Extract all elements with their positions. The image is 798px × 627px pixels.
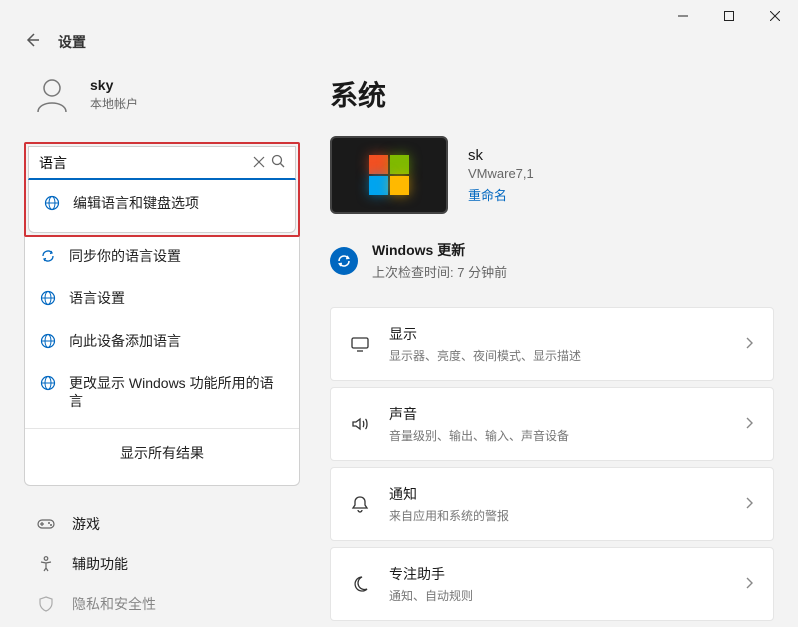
update-sub: 上次检查时间: 7 分钟前 [372, 262, 507, 281]
nav-label: 游戏 [72, 514, 100, 534]
card-focus-assist[interactable]: 专注助手 通知、自动规则 [330, 547, 774, 621]
device-model: VMware7,1 [468, 166, 534, 181]
nav-games[interactable]: 游戏 [24, 504, 300, 544]
suggest-edit-language-keyboard[interactable]: 编辑语言和键盘选项 [29, 180, 295, 224]
globe-icon [39, 289, 57, 307]
search-suggestions: 编辑语言和键盘选项 [28, 180, 296, 233]
nav-label: 隐私和安全性 [72, 594, 156, 614]
chevron-right-icon [743, 416, 755, 432]
nav-label: 辅助功能 [72, 554, 128, 574]
moon-icon [349, 574, 371, 594]
avatar [28, 70, 76, 118]
card-notifications[interactable]: 通知 来自应用和系统的警报 [330, 467, 774, 541]
search-suggestions-continued: 同步你的语言设置 语言设置 向此设备添加语言 更改显示 Windows 功能所用… [24, 235, 300, 486]
card-title: 专注助手 [389, 564, 725, 584]
windows-logo-icon [369, 155, 409, 195]
search-input[interactable] [39, 155, 247, 171]
card-sub: 通知、自动规则 [389, 587, 725, 604]
suggest-add-language[interactable]: 向此设备添加语言 [25, 320, 299, 362]
update-icon [330, 247, 358, 275]
card-title: 显示 [389, 324, 725, 344]
rename-link[interactable]: 重命名 [468, 185, 534, 204]
chevron-right-icon [743, 336, 755, 352]
search-input-wrap[interactable] [28, 146, 296, 180]
device-name: sk [468, 147, 534, 164]
card-display[interactable]: 显示 显示器、亮度、夜间模式、显示描述 [330, 307, 774, 381]
clear-icon[interactable] [253, 155, 265, 171]
show-all-results[interactable]: 显示所有结果 [25, 428, 299, 477]
search-icon[interactable] [271, 154, 285, 171]
suggest-label: 更改显示 Windows 功能所用的语言 [69, 374, 285, 410]
suggest-display-language[interactable]: 更改显示 Windows 功能所用的语言 [25, 362, 299, 422]
search-highlight-box: 编辑语言和键盘选项 [24, 142, 300, 237]
globe-icon [43, 194, 61, 212]
sync-icon [39, 247, 57, 265]
suggest-sync-language[interactable]: 同步你的语言设置 [25, 235, 299, 277]
card-sound[interactable]: 声音 音量级别、输出、输入、声音设备 [330, 387, 774, 461]
globe-icon [39, 332, 57, 350]
chevron-right-icon [743, 576, 755, 592]
suggest-label: 同步你的语言设置 [69, 247, 181, 265]
display-icon [349, 334, 371, 354]
close-button[interactable] [752, 0, 798, 32]
card-title: 声音 [389, 404, 725, 424]
sound-icon [349, 414, 371, 434]
shield-icon [36, 594, 56, 614]
profile-subtitle: 本地帐户 [90, 95, 138, 112]
profile-block[interactable]: sky 本地帐户 [24, 70, 300, 118]
update-title: Windows 更新 [372, 240, 507, 260]
app-title: 设置 [58, 32, 86, 52]
minimize-button[interactable] [660, 0, 706, 32]
accessibility-icon [36, 554, 56, 574]
windows-update-row[interactable]: Windows 更新 上次检查时间: 7 分钟前 [330, 240, 774, 281]
nav-accessibility[interactable]: 辅助功能 [24, 544, 300, 584]
globe-icon [39, 374, 57, 392]
card-sub: 来自应用和系统的警报 [389, 507, 725, 524]
suggest-language-settings[interactable]: 语言设置 [25, 277, 299, 319]
suggest-label: 语言设置 [69, 289, 125, 307]
nav-privacy[interactable]: 隐私和安全性 [24, 584, 300, 624]
suggest-label: 编辑语言和键盘选项 [73, 194, 199, 212]
card-title: 通知 [389, 484, 725, 504]
gamepad-icon [36, 514, 56, 534]
window-titlebar [0, 0, 798, 32]
device-thumbnail [330, 136, 448, 214]
bell-icon [349, 494, 371, 514]
card-sub: 音量级别、输出、输入、声音设备 [389, 427, 725, 444]
page-title: 系统 [330, 74, 774, 114]
card-sub: 显示器、亮度、夜间模式、显示描述 [389, 347, 725, 364]
profile-name: sky [90, 77, 138, 93]
suggest-label: 向此设备添加语言 [69, 332, 181, 350]
back-button[interactable] [24, 32, 40, 53]
chevron-right-icon [743, 496, 755, 512]
maximize-button[interactable] [706, 0, 752, 32]
